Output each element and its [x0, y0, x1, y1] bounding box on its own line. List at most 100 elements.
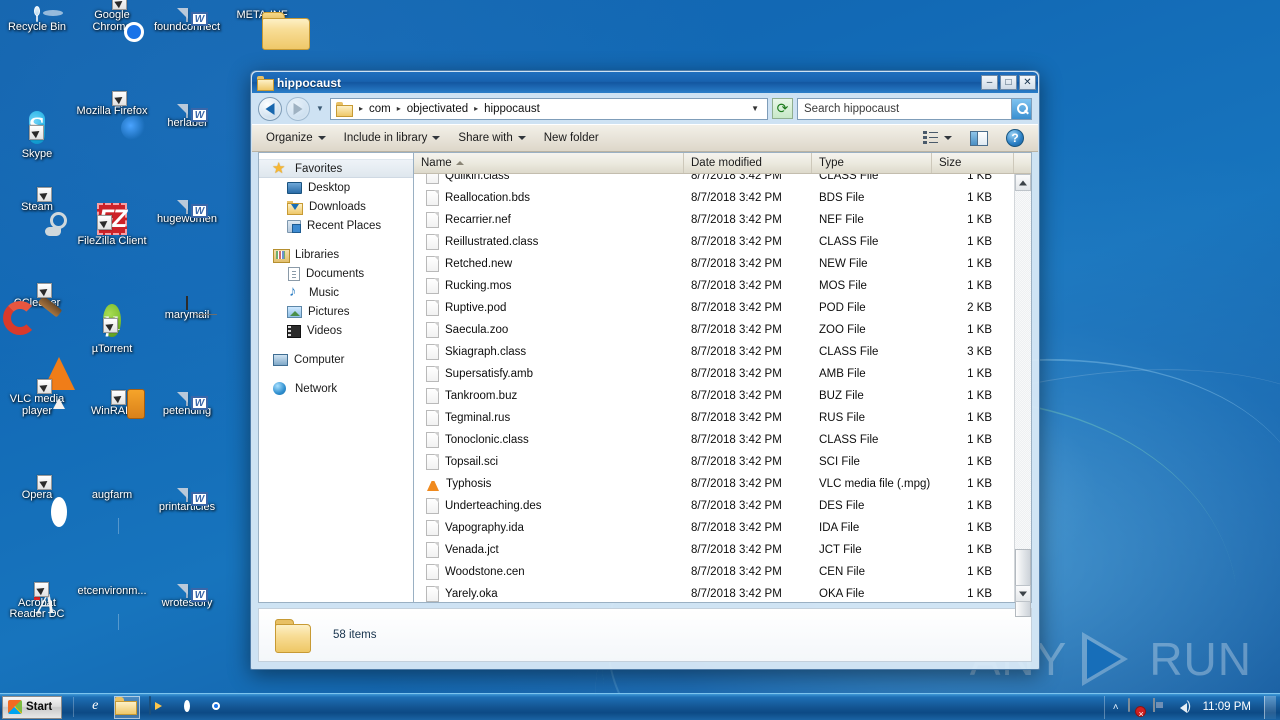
explorer-window[interactable]: hippocaust – □ ✕ ▼ ▸ com ▸ objectivated …	[250, 70, 1040, 670]
scrollbar-track[interactable]	[1015, 191, 1031, 617]
scrollbar-thumb[interactable]	[1015, 549, 1031, 617]
nav-item-desktop[interactable]: Desktop	[259, 178, 413, 197]
breadcrumb-sep-0[interactable]: ▸	[357, 104, 365, 113]
nav-item-downloads[interactable]: Downloads	[259, 197, 413, 216]
preview-pane-button[interactable]	[962, 128, 996, 149]
taskbar-item-windows-media-player[interactable]	[149, 696, 169, 717]
nav-item-music[interactable]: Music	[259, 283, 413, 302]
desktop-icon-steam[interactable]: Steam	[0, 187, 74, 214]
file-list-pane[interactable]: Name Date modified Type Size Quilkin.cla…	[413, 152, 1032, 617]
table-row[interactable]: Rucking.mos 8/7/2018 3:42 PM MOS File 1 KB	[414, 275, 1031, 297]
show-hidden-icons-button[interactable]: ˄	[1113, 702, 1119, 713]
taskbar-item-opera[interactable]	[178, 697, 198, 717]
action-center-flag-icon[interactable]	[1152, 698, 1169, 715]
navigation-pane[interactable]: Favorites Desktop Downloads Recent Places Li…	[258, 152, 413, 603]
address-bar[interactable]: ▼ ▸ com ▸ objectivated ▸ hippocaust ▼ Se…	[252, 93, 1038, 124]
organize-button[interactable]: Organize	[258, 129, 334, 147]
column-header-date-modified[interactable]: Date modified	[684, 153, 812, 173]
table-row[interactable]: Venada.jct 8/7/2018 3:42 PM JCT File 1 KB	[414, 539, 1031, 561]
nav-item-recent-places[interactable]: Recent Places	[259, 216, 413, 235]
desktop-icon-marymail[interactable]: marymail	[150, 296, 224, 321]
table-row[interactable]: Saecula.zoo 8/7/2018 3:42 PM ZOO File 1 KB	[414, 319, 1031, 341]
breadcrumb-sep-1[interactable]: ▸	[395, 104, 403, 113]
breadcrumb-item-com[interactable]: com	[366, 102, 394, 116]
close-button[interactable]: ✕	[1019, 75, 1036, 90]
column-header-name[interactable]: Name	[414, 153, 684, 173]
include-in-library-button[interactable]: Include in library	[336, 129, 449, 147]
share-with-button[interactable]: Share with	[450, 129, 533, 147]
quick-launch-bar[interactable]	[79, 695, 227, 719]
desktop[interactable]: Recycle Bin Google Chrome Wfoundconnect MET…	[0, 0, 1280, 720]
desktop-icon-recycle-bin[interactable]: Recycle Bin	[0, 8, 74, 33]
search-box[interactable]: Search hippocaust	[797, 97, 1032, 120]
table-row[interactable]: Topsail.sci 8/7/2018 3:42 PM SCI File 1 KB	[414, 451, 1031, 473]
nav-item-videos[interactable]: Videos	[259, 321, 413, 340]
breadcrumb-sep-2[interactable]: ▸	[472, 104, 480, 113]
table-row[interactable]: Tegminal.rus 8/7/2018 3:42 PM RUS File 1 KB	[414, 407, 1031, 429]
column-header-type[interactable]: Type	[812, 153, 932, 173]
command-toolbar[interactable]: Organize Include in library Share with N…	[252, 124, 1038, 152]
desktop-icon-meta-inf[interactable]: META-INF	[225, 9, 299, 22]
recent-pages-button[interactable]: ▼	[314, 97, 326, 121]
table-row[interactable]: Tonoclonic.class 8/7/2018 3:42 PM CLASS Fi…	[414, 429, 1031, 451]
back-button[interactable]	[258, 96, 282, 121]
table-row[interactable]: Tankroom.buz 8/7/2018 3:42 PM BUZ File 1 KB	[414, 385, 1031, 407]
taskbar-item-windows-explorer[interactable]	[114, 695, 141, 719]
breadcrumb[interactable]: ▸ com ▸ objectivated ▸ hippocaust ▼	[330, 97, 768, 120]
table-row[interactable]: Ruptive.pod 8/7/2018 3:42 PM POD File 2 KB	[414, 297, 1031, 319]
breadcrumb-item-objectivated[interactable]: objectivated	[404, 102, 471, 116]
desktop-icon-printarticles[interactable]: Wprintarticles	[150, 488, 224, 513]
table-row[interactable]: Supersatisfy.amb 8/7/2018 3:42 PM AMB File…	[414, 363, 1031, 385]
desktop-icon-mozilla-firefox[interactable]: Mozilla Firefox	[75, 91, 149, 118]
maximize-button[interactable]: □	[1000, 75, 1017, 90]
nav-item-pictures[interactable]: Pictures	[259, 302, 413, 321]
table-row[interactable]: Recarrier.nef 8/7/2018 3:42 PM NEF File 1 K…	[414, 209, 1031, 231]
desktop-icon-torrent[interactable]: µ µTorrent	[75, 298, 149, 356]
table-row[interactable]: Quilkin.class 8/7/2018 3:42 PM CLASS File 1…	[414, 174, 1031, 187]
column-headers[interactable]: Name Date modified Type Size	[414, 153, 1031, 174]
table-row[interactable]: Skiagraph.class 8/7/2018 3:42 PM CLASS Fil…	[414, 341, 1031, 363]
desktop-icon-foundconnect[interactable]: Wfoundconnect	[150, 8, 224, 33]
clock[interactable]: 11:09 PM	[1203, 701, 1251, 713]
table-row[interactable]: Typhosis 8/7/2018 3:42 PM VLC media file (…	[414, 473, 1031, 495]
column-header-size[interactable]: Size	[932, 153, 1014, 173]
desktop-icon-hugewomen[interactable]: Whugewomen	[150, 200, 224, 225]
new-folder-button[interactable]: New folder	[536, 129, 607, 147]
table-row[interactable]: Reallocation.bds 8/7/2018 3:42 PM BDS File…	[414, 187, 1031, 209]
desktop-icon-winrar[interactable]: WinRAR	[75, 390, 149, 417]
breadcrumb-dropdown-icon[interactable]: ▼	[748, 104, 765, 113]
change-view-button[interactable]	[915, 128, 960, 148]
breadcrumb-item-hippocaust[interactable]: hippocaust	[481, 102, 543, 116]
taskbar-item-google-chrome[interactable]	[207, 697, 227, 717]
volume-icon[interactable]	[1178, 698, 1194, 715]
minimize-button[interactable]: –	[981, 75, 998, 90]
taskbar[interactable]: Start ˄ 11:09 PM	[0, 693, 1280, 720]
refresh-button[interactable]	[772, 98, 793, 119]
nav-item-network[interactable]: Network	[259, 379, 413, 398]
table-row[interactable]: Yarely.oka 8/7/2018 3:42 PM OKA File 1 KB	[414, 583, 1031, 602]
system-tray[interactable]: ˄ 11:09 PM	[1103, 695, 1280, 719]
network-status-icon[interactable]	[1127, 698, 1144, 715]
nav-item-favorites[interactable]: Favorites	[259, 159, 413, 178]
nav-item-computer[interactable]: Computer	[259, 350, 413, 369]
table-row[interactable]: Woodstone.cen 8/7/2018 3:42 PM CEN File 1 K…	[414, 561, 1031, 583]
forward-button[interactable]	[286, 96, 310, 121]
desktop-icon-wrotestory[interactable]: Wwrotestory	[150, 584, 224, 609]
start-button[interactable]: Start	[2, 695, 63, 719]
help-button[interactable]: ?	[998, 126, 1032, 150]
table-row[interactable]: Vapography.ida 8/7/2018 3:42 PM IDA File 1 …	[414, 517, 1031, 539]
desktop-icon-vlc-media-player[interactable]: VLC media player	[0, 379, 74, 417]
desktop-icon-skype[interactable]: S Skype	[0, 106, 74, 161]
nav-item-documents[interactable]: Documents	[259, 264, 413, 283]
desktop-icon-etcenvironm[interactable]: etcenvironm...	[75, 585, 149, 598]
nav-item-libraries[interactable]: Libraries	[259, 245, 413, 264]
desktop-icon-acrobat-reader-dc[interactable]: Acrobat Reader DC	[0, 582, 74, 621]
taskbar-item-internet-explorer[interactable]	[85, 697, 105, 717]
show-desktop-button[interactable]	[1264, 695, 1276, 719]
scroll-up-button[interactable]	[1015, 174, 1031, 191]
desktop-icon-herlabel[interactable]: Wherlabel	[150, 104, 224, 129]
table-row[interactable]: Retched.new 8/7/2018 3:42 PM NEW File 1 KB	[414, 253, 1031, 275]
table-row[interactable]: Reillustrated.class 8/7/2018 3:42 PM CLASS…	[414, 231, 1031, 253]
table-row[interactable]: Underteaching.des 8/7/2018 3:42 PM DES Fil…	[414, 495, 1031, 517]
desktop-icon-petending[interactable]: Wpetending	[150, 392, 224, 417]
